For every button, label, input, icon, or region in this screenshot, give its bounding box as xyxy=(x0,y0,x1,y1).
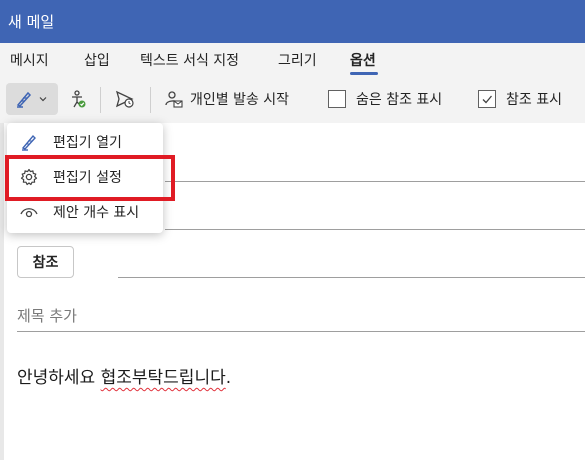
ribbon-separator xyxy=(100,87,101,113)
editor-dropdown-button[interactable] xyxy=(6,83,58,115)
chevron-down-icon xyxy=(39,97,47,102)
checkmark-icon xyxy=(482,95,492,104)
tab-format-text[interactable]: 텍스트 서식 지정 xyxy=(140,50,239,70)
title-bar: 새 메일 xyxy=(0,0,585,43)
body-text-prefix: 안녕하세요 xyxy=(17,368,101,388)
menu-item-label: 제안 개수 표시 xyxy=(53,205,140,221)
check-accessibility-button[interactable] xyxy=(64,83,92,115)
personal-send-label: 개인별 발송 시작 xyxy=(190,92,290,108)
tab-options[interactable]: 옵션 xyxy=(350,50,376,70)
ribbon-separator xyxy=(150,87,151,113)
pane-edge xyxy=(0,123,4,460)
tab-message[interactable]: 메시지 xyxy=(10,50,49,70)
pen-icon xyxy=(16,91,32,108)
subject-input[interactable]: 제목 추가 xyxy=(17,305,77,326)
send-clock-icon xyxy=(115,90,134,108)
show-bcc-toggle[interactable]: 숨은 참조 표시 xyxy=(324,83,442,115)
tab-draw[interactable]: 그리기 xyxy=(278,50,317,70)
misspelled-word[interactable]: 협조부탁드립니다 xyxy=(101,368,226,388)
show-cc-label: 참조 표시 xyxy=(506,92,562,108)
eye-icon xyxy=(19,202,39,222)
body-text-suffix: . xyxy=(225,368,232,388)
message-body[interactable]: 안녕하세요 협조부탁드립니다. xyxy=(17,363,231,388)
to-field-line[interactable] xyxy=(165,181,585,182)
bcc-checkbox[interactable] xyxy=(328,90,346,108)
window-title: 새 메일 xyxy=(8,13,55,31)
highlight-box xyxy=(5,155,175,201)
active-tab-indicator xyxy=(350,72,378,75)
menu-item-label: 편집기 열기 xyxy=(53,135,122,151)
tab-insert[interactable]: 삽입 xyxy=(84,50,110,70)
person-mail-icon xyxy=(165,91,183,108)
show-bcc-label: 숨은 참조 표시 xyxy=(356,92,443,108)
ribbon-toolbar: 개인별 발송 시작 숨은 참조 표시 참조 표시 xyxy=(0,77,585,123)
personal-send-button[interactable]: 개인별 발송 시작 xyxy=(160,83,295,115)
subject-underline xyxy=(17,331,585,332)
accessibility-icon xyxy=(72,90,86,108)
show-cc-toggle[interactable]: 참조 표시 xyxy=(474,83,562,115)
from-field-line[interactable] xyxy=(165,229,585,230)
pen-icon xyxy=(19,132,39,152)
cc-input[interactable] xyxy=(118,277,585,278)
delay-delivery-button[interactable] xyxy=(110,83,140,115)
cc-button[interactable]: 참조 xyxy=(17,246,74,278)
menu-item-open-editor[interactable]: 편집기 열기 xyxy=(7,125,163,159)
ribbon-tabs: 메시지 삽입 텍스트 서식 지정 그리기 옵션 xyxy=(0,43,585,77)
cc-checkbox[interactable] xyxy=(478,90,496,108)
